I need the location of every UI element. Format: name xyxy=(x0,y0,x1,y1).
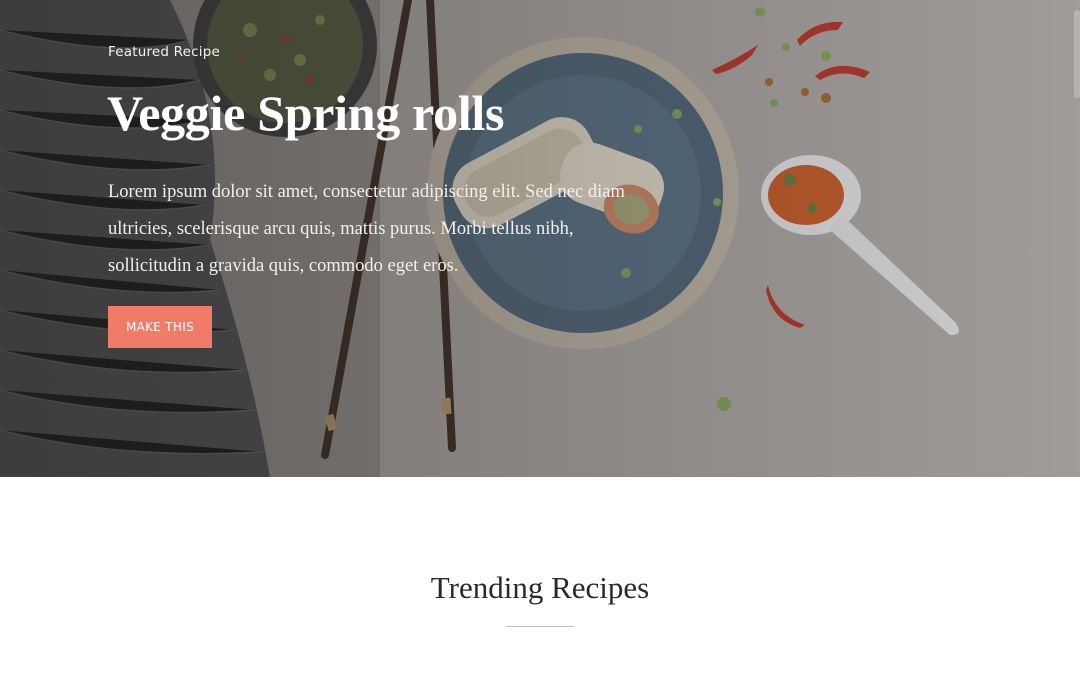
scrollbar-thumb[interactable] xyxy=(1074,10,1080,98)
hero-title: Veggie Spring rolls xyxy=(107,85,505,141)
section-divider xyxy=(506,626,574,627)
hero-description: Lorem ipsum dolor sit amet, consectetur … xyxy=(108,182,625,276)
hero-section: Featured Recipe Veggie Spring rolls Lore… xyxy=(0,0,1080,477)
make-this-button[interactable]: MAKE THIS xyxy=(108,306,212,348)
trending-recipes-heading: Trending Recipes xyxy=(430,570,650,605)
featured-label: Featured Recipe xyxy=(108,44,221,60)
